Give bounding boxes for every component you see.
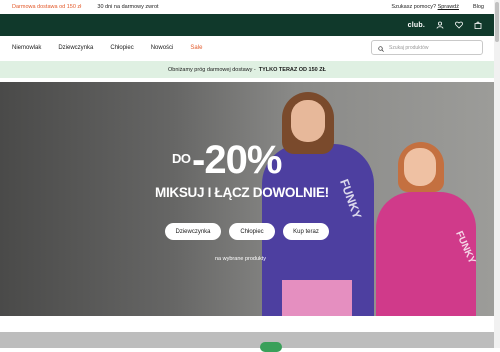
hero-button-kup-teraz[interactable]: Kup teraz xyxy=(283,223,329,240)
free-returns-text: 30 dni na darmowy zwrot xyxy=(97,4,159,10)
promo-text: Obniżamy próg darmowej dostawy - xyxy=(168,66,256,73)
promo-banner[interactable]: Obniżamy próg darmowej dostawy - TYLKO T… xyxy=(0,61,494,78)
free-shipping-text: Darmowa dostawa od 150 zł xyxy=(12,4,82,10)
search-input[interactable] xyxy=(389,44,469,51)
site-header: club. xyxy=(0,14,494,36)
search-icon xyxy=(378,39,384,57)
scrollbar[interactable] xyxy=(494,0,500,348)
club-link[interactable]: club. xyxy=(408,22,425,29)
hero-prefix: DO xyxy=(172,151,191,166)
search-box[interactable] xyxy=(371,40,483,55)
user-icon[interactable] xyxy=(435,21,444,30)
hero-headline: MIKSUJ I ŁĄCZ DOWOLNIE! xyxy=(155,185,329,200)
nav-item-niemowlak[interactable]: Niemowlak xyxy=(12,45,41,51)
cart-icon[interactable] xyxy=(473,21,482,30)
help-link[interactable]: Sprawdź xyxy=(438,4,459,10)
nav-item-nowosci[interactable]: Nowości xyxy=(151,45,174,51)
top-info-bar: Darmowa dostawa od 150 zł 30 dni na darm… xyxy=(0,0,494,14)
nav-item-dziewczynka[interactable]: Dziewczynka xyxy=(58,45,93,51)
next-banner-detail xyxy=(260,342,282,352)
next-banner-preview xyxy=(0,332,494,348)
heart-icon[interactable] xyxy=(454,21,463,30)
scrollbar-thumb[interactable] xyxy=(495,2,499,42)
hero-button-chlopiec[interactable]: Chłopiec xyxy=(229,223,275,240)
hero-banner: FUNKY FUNKY DO -20% MIKSUJ I ŁĄCZ DOWOLN… xyxy=(0,82,494,316)
hero-note: na wybrane produkty xyxy=(215,256,267,262)
promo-cta: TYLKO TERAZ OD 150 ZŁ xyxy=(258,66,326,73)
help-text: Szukasz pomocy? Sprawdź xyxy=(391,4,459,10)
hero-discount: -20% xyxy=(192,138,282,182)
hero-button-dziewczynka[interactable]: Dziewczynka xyxy=(165,223,221,240)
nav-item-chlopiec[interactable]: Chłopiec xyxy=(110,45,133,51)
blog-link[interactable]: Blog xyxy=(473,4,484,10)
nav-item-sale[interactable]: Sale xyxy=(190,45,202,51)
